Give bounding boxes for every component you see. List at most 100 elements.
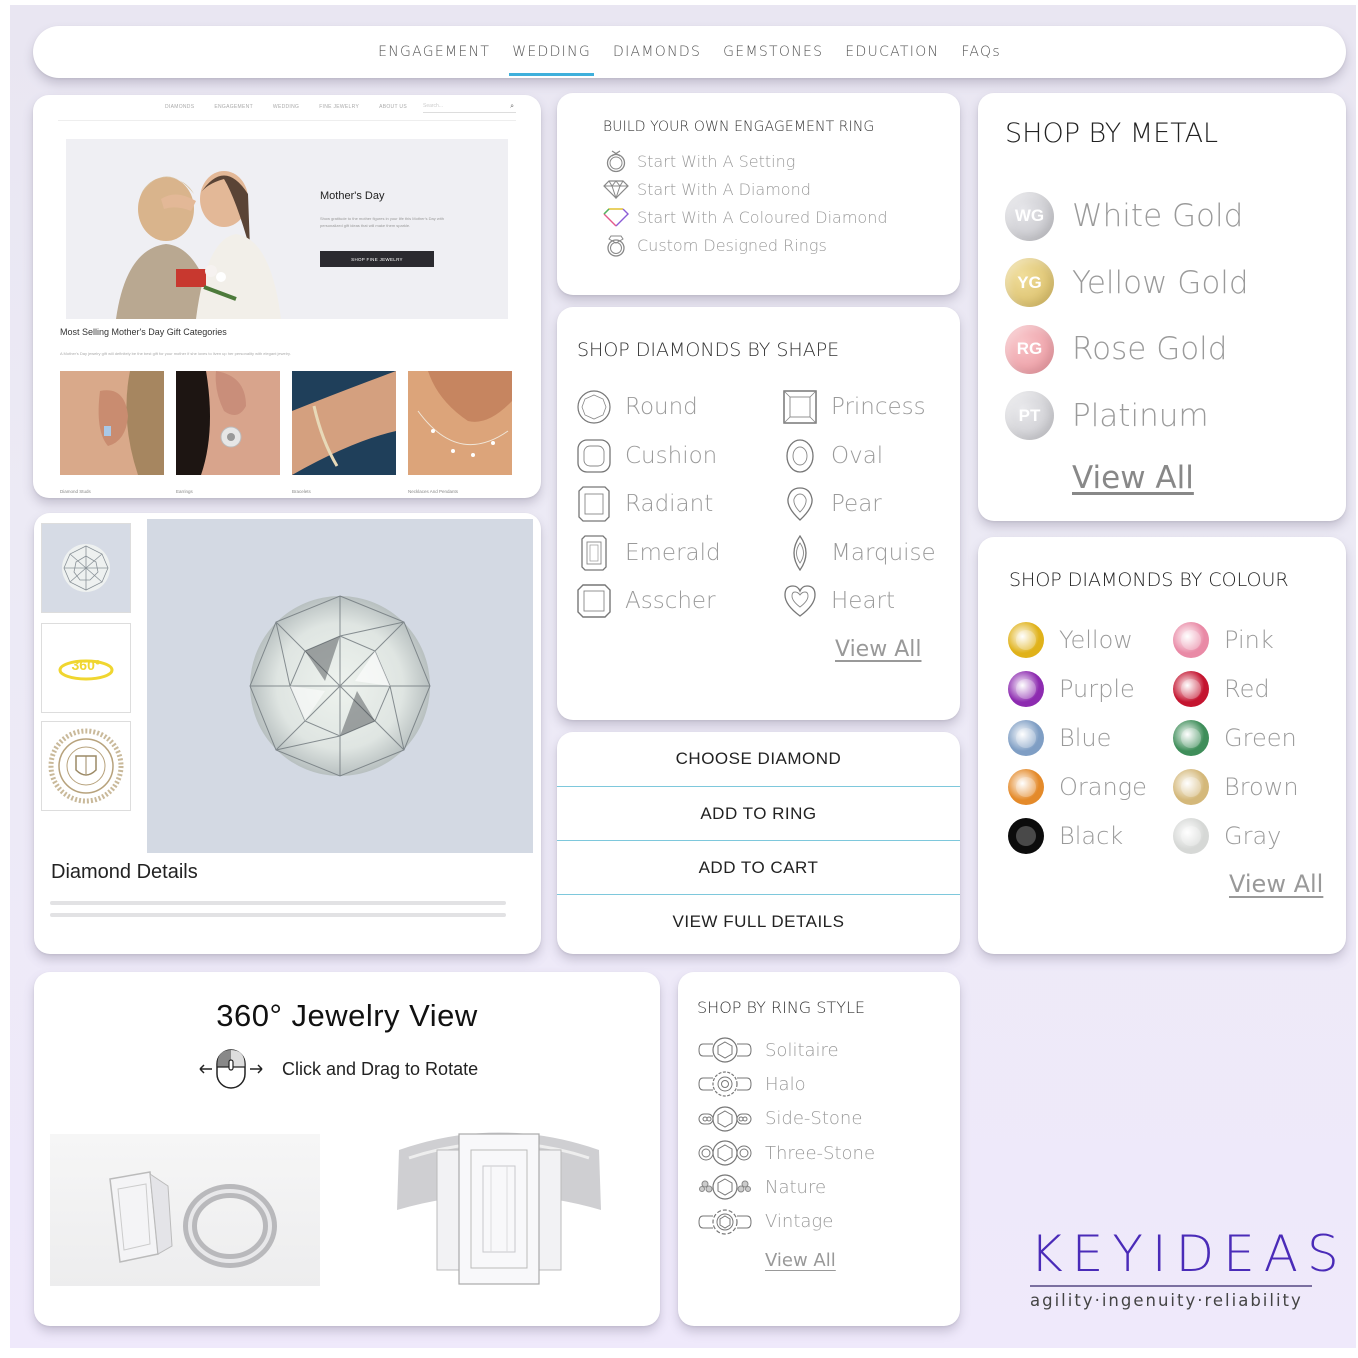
mini-nav-item[interactable]: ENGAGEMENT — [214, 104, 253, 110]
ring-style-label: Halo — [765, 1073, 806, 1095]
build-ring-item-label: Custom Designed Rings — [637, 235, 827, 255]
shape-round[interactable]: Round — [575, 383, 781, 432]
category-card[interactable]: Necklaces And Pendants — [408, 371, 512, 494]
category-card[interactable]: Earrings — [176, 371, 280, 494]
ring-style-title: SHOP BY RING STYLE — [697, 998, 865, 1017]
metal-rose-gold[interactable]: RG Rose Gold — [1005, 316, 1249, 383]
nav-item-diamonds[interactable]: DIAMONDS — [602, 44, 712, 60]
ring-style-view-all-link[interactable]: View All — [765, 1250, 836, 1271]
diamond-actions-card: CHOOSE DIAMOND ADD TO RING ADD TO CART V… — [557, 732, 960, 954]
shapes-view-all-link[interactable]: View All — [835, 637, 921, 662]
diamond-details-title: Diamond Details — [51, 861, 198, 883]
metal-label: White Gold — [1072, 198, 1244, 235]
coloured-gem-icon — [1173, 621, 1209, 658]
metal-badge: YG — [1005, 258, 1054, 308]
shape-label: Oval — [831, 442, 884, 469]
diamond-main-image[interactable] — [147, 519, 533, 853]
ring-icon — [603, 149, 629, 173]
ring-style-halo[interactable]: Halo — [697, 1067, 875, 1101]
categories-title: Most Selling Mother's Day Gift Categorie… — [60, 327, 227, 337]
mini-nav-item[interactable]: WEDDING — [273, 104, 299, 110]
nav-item-engagement[interactable]: ENGAGEMENT — [367, 44, 501, 60]
nav-item-faqs[interactable]: FAQs — [950, 44, 1012, 60]
start-with-diamond-link[interactable]: Start With A Diamond — [603, 175, 888, 203]
thumbnail-diamond-photo[interactable] — [41, 523, 131, 613]
colour-blue[interactable]: Blue — [1008, 713, 1173, 762]
mini-nav-item[interactable]: FINE JEWELRY — [319, 104, 359, 110]
colour-brown[interactable]: Brown — [1173, 763, 1333, 812]
add-to-ring-button[interactable]: ADD TO RING — [557, 787, 960, 841]
shop-fine-jewelry-button[interactable]: SHOP FINE JEWELRY — [320, 251, 434, 267]
colour-yellow[interactable]: Yellow — [1008, 615, 1173, 664]
logo-wordmark: KEYIDEAS — [1030, 1225, 1348, 1283]
drag-hint: Click and Drag to Rotate — [198, 1048, 478, 1090]
ring-front-view[interactable] — [379, 1120, 619, 1292]
metal-badge: RG — [1005, 324, 1054, 374]
colour-red[interactable]: Red — [1173, 664, 1333, 713]
shape-heart[interactable]: Heart — [781, 577, 941, 626]
shape-cushion[interactable]: Cushion — [575, 432, 781, 481]
nav-item-wedding[interactable]: WEDDING — [501, 44, 602, 76]
search-icon[interactable]: ⌕ — [510, 103, 514, 111]
start-with-coloured-diamond-link[interactable]: Start With A Coloured Diamond — [603, 203, 888, 231]
ring-style-vintage[interactable]: Vintage — [697, 1204, 875, 1238]
mini-nav-item[interactable]: DIAMONDS — [165, 104, 194, 110]
marquise-shape-icon — [781, 534, 819, 572]
logo-tagline: agility·ingenuity·reliability — [1030, 1291, 1303, 1310]
colour-pink[interactable]: Pink — [1173, 615, 1333, 664]
360-view-icon: 360° — [58, 657, 114, 681]
cushion-shape-icon — [575, 437, 613, 475]
shape-oval[interactable]: Oval — [781, 432, 941, 481]
shape-emerald[interactable]: Emerald — [575, 529, 781, 578]
colour-purple[interactable]: Purple — [1008, 664, 1173, 713]
colour-orange[interactable]: Orange — [1008, 763, 1173, 812]
ring-style-label: Nature — [765, 1176, 827, 1198]
category-label: Earrings — [176, 489, 193, 494]
necklaces-photo — [408, 371, 512, 475]
colour-view-all-link[interactable]: View All — [1229, 870, 1323, 898]
ring-side-view[interactable] — [50, 1134, 320, 1286]
build-ring-item-label: Start With A Setting — [637, 151, 796, 171]
shape-princess[interactable]: Princess — [781, 383, 941, 432]
thumbnail-certificate[interactable] — [41, 721, 131, 811]
ring-style-nature[interactable]: Nature — [697, 1170, 875, 1204]
shape-label: Cushion — [625, 442, 718, 469]
nav-item-education[interactable]: EDUCATION — [834, 44, 950, 60]
mini-search-placeholder: Search... — [423, 103, 444, 109]
colour-green[interactable]: Green — [1173, 713, 1333, 762]
ring-style-solitaire[interactable]: Solitaire — [697, 1033, 875, 1067]
coloured-gem-icon — [1008, 670, 1044, 707]
categories-subtitle: A Mother's Day jewelry gift will definit… — [60, 351, 291, 356]
mini-nav-item[interactable]: ABOUT US — [379, 104, 407, 110]
viewer-title: 360° Jewelry View — [216, 998, 478, 1033]
shop-by-ring-style-card: SHOP BY RING STYLE Solitaire Halo Side-S… — [678, 972, 960, 1326]
thumbnail-360-view[interactable]: 360° — [41, 623, 131, 713]
shape-asscher[interactable]: Asscher — [575, 577, 781, 626]
nav-item-gemstones[interactable]: GEMSTONES — [712, 44, 834, 60]
view-full-details-button[interactable]: VIEW FULL DETAILS — [557, 895, 960, 949]
colour-gray[interactable]: Gray — [1173, 812, 1333, 861]
colour-black[interactable]: Black — [1008, 812, 1173, 861]
mini-search-input[interactable]: Search... ⌕ — [423, 103, 516, 113]
shape-marquise[interactable]: Marquise — [781, 529, 941, 578]
category-card[interactable]: Bracelets — [292, 371, 396, 494]
metal-yellow-gold[interactable]: YG Yellow Gold — [1005, 250, 1249, 317]
metal-view-all-link[interactable]: View All — [1072, 460, 1194, 496]
category-card[interactable]: Diamond Studs — [60, 371, 164, 494]
ring-style-three-stone[interactable]: Three-Stone — [697, 1136, 875, 1170]
add-to-cart-button[interactable]: ADD TO CART — [557, 841, 960, 895]
shape-pear[interactable]: Pear — [781, 480, 941, 529]
ring-style-side-stone[interactable]: Side-Stone — [697, 1102, 875, 1136]
choose-diamond-button[interactable]: CHOOSE DIAMOND — [557, 732, 960, 787]
details-placeholder-line — [50, 913, 506, 917]
custom-designed-rings-link[interactable]: Custom Designed Rings — [603, 231, 888, 259]
start-with-setting-link[interactable]: Start With A Setting — [603, 147, 888, 175]
diamond-detail-card: 360° Diamond Details — [34, 513, 541, 954]
shape-radiant[interactable]: Radiant — [575, 480, 781, 529]
mini-nav: DIAMONDS ENGAGEMENT WEDDING FINE JEWELRY… — [165, 104, 407, 110]
vintage-ring-icon — [698, 1209, 752, 1235]
metal-platinum[interactable]: PT Platinum — [1005, 383, 1249, 450]
round-diamond-image — [249, 595, 431, 777]
metal-white-gold[interactable]: WG White Gold — [1005, 183, 1249, 250]
shop-by-colour-card: SHOP DIAMONDS BY COLOUR Yellow Pink Purple… — [978, 537, 1346, 954]
